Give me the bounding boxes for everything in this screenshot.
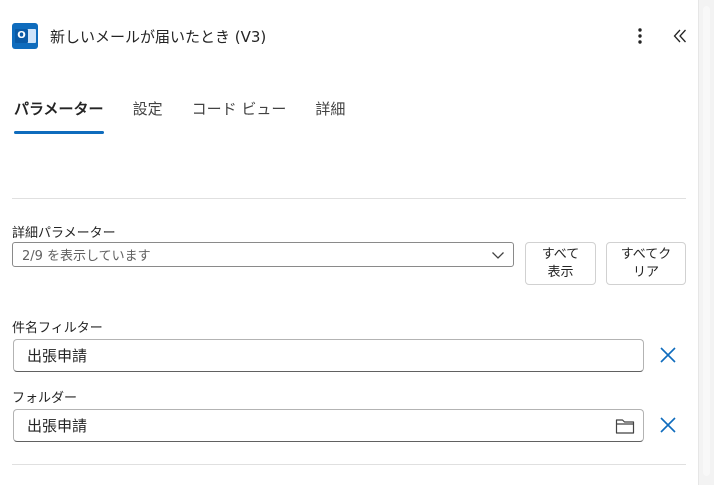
more-vertical-icon [638, 28, 642, 44]
tab-parameters[interactable]: パラメーター [14, 98, 104, 136]
section-divider [12, 198, 686, 199]
bottom-divider [12, 464, 686, 465]
double-chevron-left-icon [673, 29, 686, 43]
tab-settings[interactable]: 設定 [133, 98, 163, 136]
more-options-button[interactable] [628, 24, 652, 48]
advanced-parameters-dropdown[interactable]: 2/9 を表示しています [12, 242, 514, 267]
subject-filter-input[interactable]: 出張申請 [13, 339, 644, 372]
show-all-button[interactable]: すべて 表示 [525, 242, 596, 285]
folder-label: フォルダー [12, 391, 78, 406]
folder-icon[interactable] [615, 417, 635, 435]
subject-filter-value: 出張申請 [27, 347, 88, 365]
dropdown-value: 2/9 を表示しています [22, 249, 151, 264]
folder-value: 出張申請 [27, 417, 88, 435]
close-icon [660, 417, 676, 433]
chevron-down-icon [492, 252, 504, 259]
subject-filter-label: 件名フィルター [12, 321, 103, 336]
scrollbar[interactable] [698, 0, 714, 485]
clear-folder-button[interactable] [657, 414, 679, 436]
panel-title: 新しいメールが届いたとき (V3) [50, 27, 267, 46]
folder-input[interactable]: 出張申請 [13, 409, 644, 442]
header: O 新しいメールが届いたとき (V3) [12, 22, 266, 50]
clear-all-button[interactable]: すべてク リア [606, 242, 686, 285]
parameters-panel: O 新しいメールが届いたとき (V3) パラメーター 設定 コード ビュー 詳細… [0, 0, 698, 485]
scrollbar-thumb[interactable] [703, 6, 710, 476]
collapse-panel-button[interactable] [668, 24, 692, 48]
close-icon [660, 347, 676, 363]
advanced-parameters-label: 詳細パラメーター [12, 226, 116, 241]
outlook-icon: O [12, 23, 38, 49]
tab-details[interactable]: 詳細 [315, 98, 345, 136]
tab-code-view[interactable]: コード ビュー [192, 98, 287, 136]
clear-subject-filter-button[interactable] [657, 344, 679, 366]
tab-list: パラメーター 設定 コード ビュー 詳細 [14, 98, 374, 136]
